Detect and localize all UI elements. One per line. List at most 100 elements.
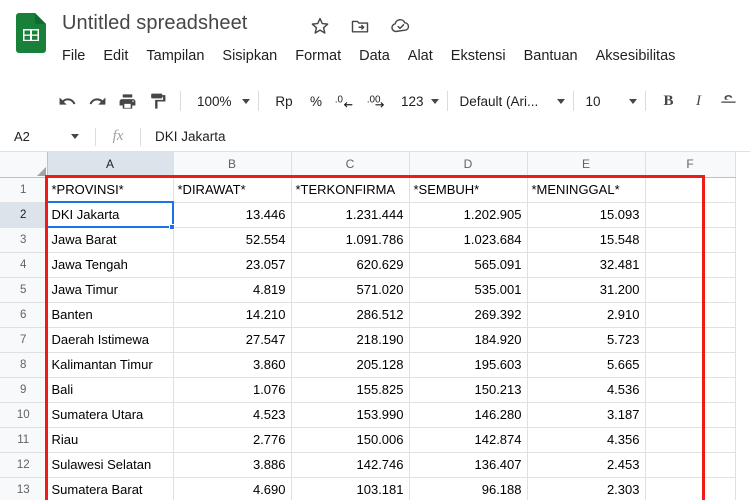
print-icon[interactable]: [112, 86, 142, 116]
cell-A13[interactable]: Sumatera Barat: [47, 477, 174, 500]
cell-F13[interactable]: [645, 477, 736, 500]
menu-item-tampilan[interactable]: Tampilan: [137, 44, 213, 68]
chevron-down-icon[interactable]: [71, 134, 79, 139]
cell-A7[interactable]: Daerah Istimewa: [47, 327, 174, 353]
cell-F5[interactable]: [645, 277, 736, 303]
row-header-13[interactable]: 13: [0, 477, 48, 500]
row-header-3[interactable]: 3: [0, 227, 48, 253]
zoom-selector[interactable]: 100%: [189, 87, 250, 115]
currency-format-button[interactable]: Rp: [267, 87, 301, 115]
cell-E4[interactable]: 32.481: [527, 252, 646, 278]
cell-C13[interactable]: 103.181: [291, 477, 410, 500]
cell-B3[interactable]: 52.554: [173, 227, 292, 253]
column-header-c[interactable]: C: [291, 152, 410, 178]
menu-item-edit[interactable]: Edit: [94, 44, 137, 68]
cell-F7[interactable]: [645, 327, 736, 353]
cell-C1[interactable]: *TERKONFIRMA: [291, 177, 410, 203]
row-header-12[interactable]: 12: [0, 452, 48, 478]
cell-A3[interactable]: Jawa Barat: [47, 227, 174, 253]
cell-C8[interactable]: 205.128: [291, 352, 410, 378]
cell-A10[interactable]: Sumatera Utara: [47, 402, 174, 428]
cell-E1[interactable]: *MENINGGAL*: [527, 177, 646, 203]
italic-button[interactable]: I: [684, 86, 714, 116]
cell-D13[interactable]: 96.188: [409, 477, 528, 500]
percent-format-button[interactable]: %: [301, 87, 331, 115]
cell-C4[interactable]: 620.629: [291, 252, 410, 278]
cell-A9[interactable]: Bali: [47, 377, 174, 403]
cell-B8[interactable]: 3.860: [173, 352, 292, 378]
cell-B1[interactable]: *DIRAWAT*: [173, 177, 292, 203]
cell-E12[interactable]: 2.453: [527, 452, 646, 478]
cell-E11[interactable]: 4.356: [527, 427, 646, 453]
cell-C9[interactable]: 155.825: [291, 377, 410, 403]
bold-button[interactable]: B: [654, 86, 684, 116]
column-header-f[interactable]: F: [645, 152, 736, 178]
row-header-9[interactable]: 9: [0, 377, 48, 403]
cell-A8[interactable]: Kalimantan Timur: [47, 352, 174, 378]
cell-F6[interactable]: [645, 302, 736, 328]
cell-D4[interactable]: 565.091: [409, 252, 528, 278]
menu-item-ekstensi[interactable]: Ekstensi: [442, 44, 515, 68]
formula-input[interactable]: DKI Jakarta: [141, 122, 750, 152]
cloud-saved-icon[interactable]: [390, 16, 412, 38]
cell-D10[interactable]: 146.280: [409, 402, 528, 428]
font-family-selector[interactable]: Default (Ari...: [456, 87, 565, 115]
cell-D2[interactable]: 1.202.905: [409, 202, 528, 228]
cell-B12[interactable]: 3.886: [173, 452, 292, 478]
cell-F8[interactable]: [645, 352, 736, 378]
menu-item-aksesibilitas[interactable]: Aksesibilitas: [587, 44, 685, 68]
number-format-selector[interactable]: 123: [397, 87, 439, 115]
cell-D12[interactable]: 136.407: [409, 452, 528, 478]
name-box[interactable]: A2: [0, 122, 95, 152]
cell-F12[interactable]: [645, 452, 736, 478]
cell-E6[interactable]: 2.910: [527, 302, 646, 328]
cell-E5[interactable]: 31.200: [527, 277, 646, 303]
font-size-selector[interactable]: 10: [582, 87, 637, 115]
star-icon[interactable]: [310, 16, 332, 38]
cell-C5[interactable]: 571.020: [291, 277, 410, 303]
cell-F10[interactable]: [645, 402, 736, 428]
document-title[interactable]: Untitled spreadsheet: [62, 12, 247, 35]
select-all-corner[interactable]: [0, 152, 48, 178]
row-header-7[interactable]: 7: [0, 327, 48, 353]
cell-D9[interactable]: 150.213: [409, 377, 528, 403]
decrease-decimal-button[interactable]: .0: [331, 86, 363, 116]
cell-B9[interactable]: 1.076: [173, 377, 292, 403]
menu-item-format[interactable]: Format: [286, 44, 350, 68]
row-header-4[interactable]: 4: [0, 252, 48, 278]
cell-C10[interactable]: 153.990: [291, 402, 410, 428]
cell-B2[interactable]: 13.446: [173, 202, 292, 228]
cell-D6[interactable]: 269.392: [409, 302, 528, 328]
cell-F2[interactable]: [645, 202, 736, 228]
cell-B11[interactable]: 2.776: [173, 427, 292, 453]
strikethrough-button[interactable]: [714, 86, 744, 116]
cell-A4[interactable]: Jawa Tengah: [47, 252, 174, 278]
menu-item-bantuan[interactable]: Bantuan: [515, 44, 587, 68]
cell-A6[interactable]: Banten: [47, 302, 174, 328]
cell-B6[interactable]: 14.210: [173, 302, 292, 328]
cell-D3[interactable]: 1.023.684: [409, 227, 528, 253]
row-header-10[interactable]: 10: [0, 402, 48, 428]
column-header-d[interactable]: D: [409, 152, 528, 178]
cell-F3[interactable]: [645, 227, 736, 253]
cell-C3[interactable]: 1.091.786: [291, 227, 410, 253]
column-header-b[interactable]: B: [173, 152, 292, 178]
cell-B5[interactable]: 4.819: [173, 277, 292, 303]
cell-E3[interactable]: 15.548: [527, 227, 646, 253]
paint-format-icon[interactable]: [142, 86, 172, 116]
cell-A12[interactable]: Sulawesi Selatan: [47, 452, 174, 478]
cell-E7[interactable]: 5.723: [527, 327, 646, 353]
cell-C11[interactable]: 150.006: [291, 427, 410, 453]
cell-B13[interactable]: 4.690: [173, 477, 292, 500]
cell-E13[interactable]: 2.303: [527, 477, 646, 500]
cell-E2[interactable]: 15.093: [527, 202, 646, 228]
cell-D8[interactable]: 195.603: [409, 352, 528, 378]
cell-A2[interactable]: DKI Jakarta: [47, 202, 174, 228]
row-header-8[interactable]: 8: [0, 352, 48, 378]
move-to-folder-icon[interactable]: [350, 16, 372, 38]
cell-F11[interactable]: [645, 427, 736, 453]
cell-C2[interactable]: 1.231.444: [291, 202, 410, 228]
row-header-1[interactable]: 1: [0, 177, 48, 203]
row-header-5[interactable]: 5: [0, 277, 48, 303]
menu-item-sisipkan[interactable]: Sisipkan: [213, 44, 286, 68]
